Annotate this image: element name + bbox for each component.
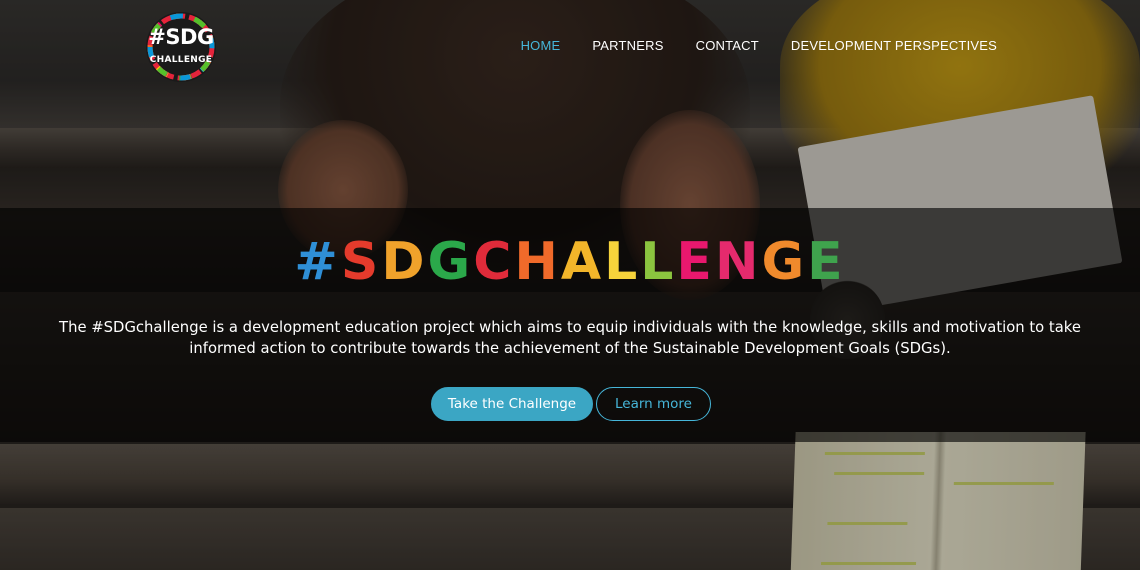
headline-letter: L: [640, 232, 677, 292]
headline-letter: C: [473, 232, 515, 292]
headline-letter: E: [676, 232, 715, 292]
headline-letter: S: [340, 232, 382, 292]
headline-letter: H: [514, 232, 561, 292]
nav-item-partners[interactable]: PARTNERS: [592, 38, 663, 53]
hero-description: The #SDGchallenge is a development educa…: [50, 317, 1090, 359]
main-navigation: HOME PARTNERS CONTACT DEVELOPMENT PERSPE…: [521, 38, 997, 53]
sdg-challenge-logo[interactable]: #SDG CHALLENGE: [146, 12, 216, 82]
nav-item-home[interactable]: HOME: [521, 38, 561, 53]
headline-letter: N: [714, 232, 762, 292]
headline-letter: G: [761, 232, 808, 292]
hero-headline: #SDGCHALLENGE: [0, 232, 1140, 292]
headline-letter: D: [381, 232, 428, 292]
nav-item-development-perspectives[interactable]: DEVELOPMENT PERSPECTIVES: [791, 38, 997, 53]
headline-letter: E: [807, 232, 846, 292]
hero-description-line-2: informed action to contribute towards th…: [189, 340, 951, 357]
logo-text-sdg: #SDG: [148, 25, 214, 49]
headline-letter: A: [560, 232, 605, 292]
nav-item-contact[interactable]: CONTACT: [696, 38, 759, 53]
headline-letter: #: [294, 232, 341, 292]
take-the-challenge-button[interactable]: Take the Challenge: [431, 387, 593, 421]
headline-letter: L: [604, 232, 641, 292]
learn-more-button[interactable]: Learn more: [596, 387, 711, 421]
hero-description-line-1: The #SDGchallenge is a development educa…: [59, 319, 1081, 336]
headline-letter: G: [427, 232, 474, 292]
logo-text-challenge: CHALLENGE: [149, 55, 213, 65]
